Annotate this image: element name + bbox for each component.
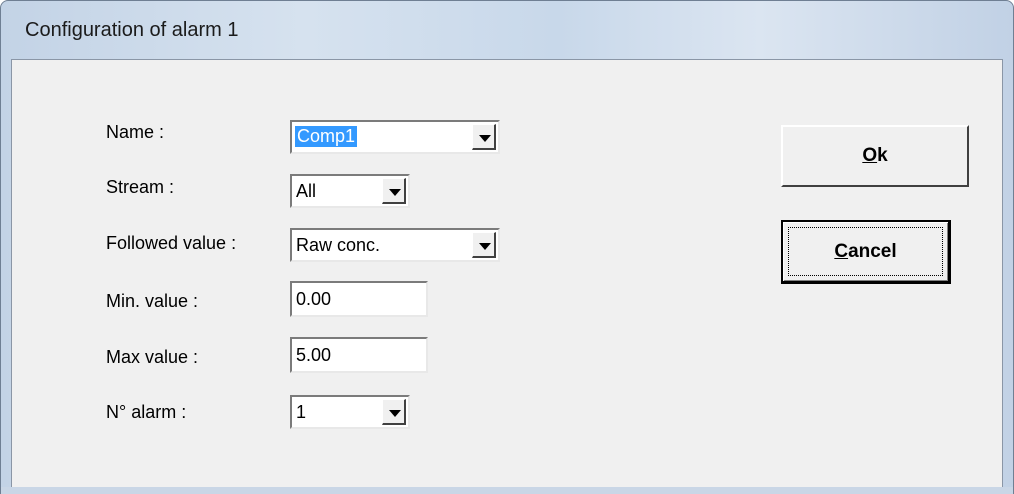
followed-value-combobox[interactable]: Raw conc. — [290, 228, 500, 262]
followed-value-label: Followed value : — [106, 233, 237, 253]
dialog-body: Name : Comp1 Stream : All Followed value… — [11, 59, 1003, 489]
name-label: Name : — [106, 122, 165, 142]
alarm-number-value: 1 — [296, 402, 307, 422]
focus-rectangle — [788, 227, 943, 276]
alarm-number-combobox[interactable]: 1 — [290, 395, 410, 429]
window-title: Configuration of alarm 1 — [25, 19, 239, 41]
window-bottom-border — [1, 487, 1013, 494]
min-value-input[interactable] — [290, 281, 428, 317]
alarm-number-label: N° alarm : — [106, 402, 187, 422]
stream-combobox[interactable]: All — [290, 174, 410, 208]
alarm-number-dropdown-button[interactable] — [382, 399, 406, 425]
name-value: Comp1 — [295, 126, 358, 147]
max-value-label: Max value : — [106, 347, 199, 367]
title-bar[interactable]: Configuration of alarm 1 — [1, 1, 1013, 59]
followed-value-value: Raw conc. — [296, 235, 381, 255]
min-value-label: Min. value : — [106, 291, 199, 311]
ok-button-label: Ok — [862, 145, 888, 166]
max-value-input[interactable] — [290, 337, 428, 373]
stream-value: All — [296, 181, 317, 201]
ok-button[interactable]: Ok — [781, 125, 969, 187]
followed-value-dropdown-button[interactable] — [472, 232, 496, 258]
chevron-down-icon — [389, 410, 401, 417]
name-dropdown-button[interactable] — [472, 124, 496, 150]
chevron-down-icon — [389, 189, 401, 196]
chevron-down-icon — [479, 135, 491, 142]
name-combobox[interactable]: Comp1 — [290, 120, 500, 154]
stream-label: Stream : — [106, 177, 175, 197]
chevron-down-icon — [479, 243, 491, 250]
alarm-config-dialog: Configuration of alarm 1 Name : Comp1 St… — [0, 0, 1014, 494]
stream-dropdown-button[interactable] — [382, 178, 406, 204]
cancel-button[interactable]: Cancel — [781, 220, 951, 284]
